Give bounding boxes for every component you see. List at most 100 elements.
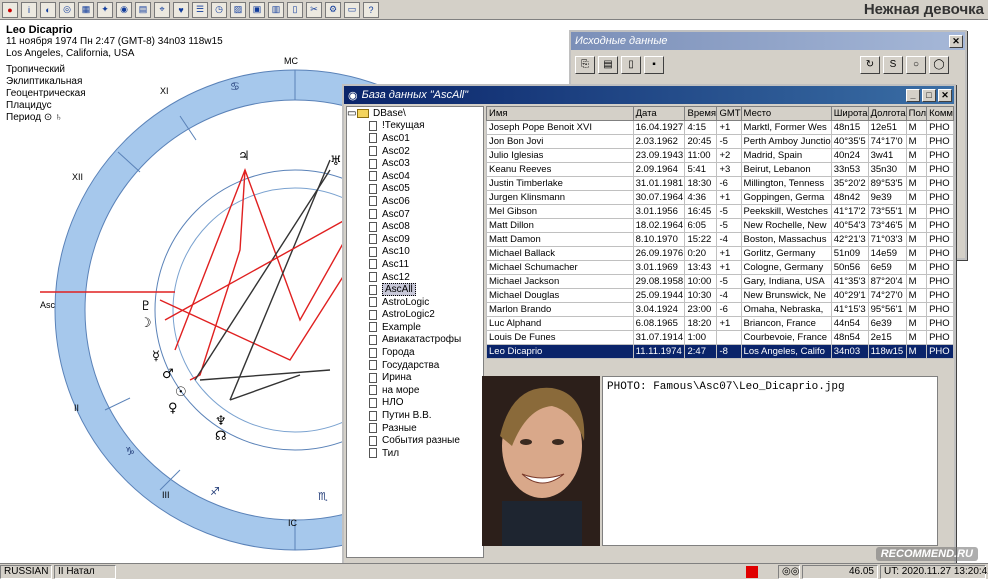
minimize-button[interactable]: _ — [906, 88, 920, 102]
tree-item[interactable]: AstroLogic — [347, 296, 483, 309]
table-icon[interactable]: ▤ — [135, 1, 151, 18]
tree-item[interactable]: AscAll — [347, 283, 483, 297]
tree-item[interactable]: Asc10 — [347, 246, 483, 259]
tree-item[interactable]: AstroLogic2 — [347, 309, 483, 322]
table-row[interactable]: Julio Iglesias 23.09.1943 11:00 +2 Madrid, S… — [486, 148, 954, 163]
table-row[interactable]: Marlon Brando 3.04.1924 23:00 -6 Omaha, Nebr… — [486, 302, 954, 317]
venus-icon[interactable]: ♀ — [168, 401, 178, 416]
heart-icon[interactable]: ♥ — [173, 1, 189, 18]
tree-item[interactable]: Тил — [347, 447, 483, 460]
table-row[interactable]: Matt Dillon 18.02.1964 6:05 -5 New Rochelle,… — [486, 218, 954, 233]
copy-button[interactable]: ⎘ — [575, 56, 595, 74]
tree-item[interactable]: Example — [347, 321, 483, 334]
tree-item[interactable]: !Текущая — [347, 120, 483, 133]
tree-item[interactable]: Авиакатастрофы — [347, 334, 483, 347]
uranus-icon[interactable]: ♅ — [330, 154, 342, 169]
tree-item[interactable]: Asc04 — [347, 170, 483, 183]
column-header[interactable]: Комм — [926, 106, 954, 121]
chart-icon[interactable]: ◎ — [59, 1, 75, 18]
grid-icon[interactable]: ▦ — [78, 1, 94, 18]
book-icon[interactable]: ▥ — [268, 1, 284, 18]
moon-icon[interactable]: ☽ — [140, 316, 152, 331]
table-row[interactable]: Michael Douglas 25.09.1944 10:30 -4 New Brun… — [486, 288, 954, 303]
table-row[interactable]: Matt Damon 8.10.1970 15:22 -4 Boston, Massac… — [486, 232, 954, 247]
info-icon[interactable]: i — [21, 1, 37, 18]
column-header[interactable]: Имя — [486, 106, 634, 121]
tree-item[interactable]: Asc12 — [347, 271, 483, 284]
calendar-icon[interactable]: ▣ — [249, 1, 265, 18]
database-table[interactable]: Имя Дата Время GMT Место Широта Долгота Пол Комм… — [486, 106, 954, 359]
column-header[interactable]: Долгота — [867, 106, 907, 121]
tree-item[interactable]: События разные — [347, 434, 483, 447]
settings-icon[interactable]: ⚙ — [325, 1, 341, 18]
folder-icon[interactable]: ▭ — [344, 1, 360, 18]
document-icon[interactable]: ▯ — [287, 1, 303, 18]
tree-item[interactable]: Asc11 — [347, 258, 483, 271]
neptune-icon[interactable]: ♆ — [215, 414, 227, 429]
ring-button[interactable]: ◯ — [929, 56, 949, 74]
tree-item[interactable]: Asc09 — [347, 233, 483, 246]
tree-item[interactable]: Путин В.В. — [347, 409, 483, 422]
table-row[interactable]: Michael Jackson 29.08.1958 10:00 -5 Gary, In… — [486, 274, 954, 289]
tree-item[interactable]: Asc08 — [347, 220, 483, 233]
tree-item[interactable]: на море — [347, 384, 483, 397]
image-icon[interactable]: ▨ — [230, 1, 246, 18]
database-tree[interactable]: ▭ DBase\ !Текущая Asc01 Asc02 Asc03 Asc04 Asc0… — [346, 106, 484, 558]
photo-path-field[interactable]: PHOTO: Famous\Asc07\Leo_Dicaprio.jpg — [602, 376, 938, 546]
tree-item[interactable]: Ирина — [347, 371, 483, 384]
clock-icon[interactable]: ◷ — [211, 1, 227, 18]
jupiter-icon[interactable]: ♃ — [238, 149, 250, 164]
table-row[interactable]: Michael Ballack 26.09.1976 0:20 +1 Gorlitz, … — [486, 246, 954, 261]
mars-icon[interactable]: ♂ — [162, 367, 174, 382]
table-row[interactable]: Leo Dicaprio 11.11.1974 2:47 -8 Los Angeles,… — [486, 344, 954, 359]
column-header[interactable]: Широта — [830, 106, 869, 121]
table-row[interactable]: Jon Bon Jovi 2.03.1962 20:45 -5 Perth Amboy … — [486, 134, 954, 149]
close-button[interactable]: ✕ — [938, 88, 952, 102]
column-header[interactable]: Пол — [905, 106, 928, 121]
tree-item[interactable]: Asc05 — [347, 183, 483, 196]
pluto-icon[interactable]: ♇ — [140, 299, 152, 314]
tree-item[interactable]: Asc06 — [347, 195, 483, 208]
star-icon[interactable]: ✦ — [97, 1, 113, 18]
column-header[interactable]: Время — [684, 106, 718, 121]
source-window-titlebar[interactable]: Исходные данные ✕ — [571, 32, 965, 50]
mercury-icon[interactable]: ☿ — [152, 349, 160, 364]
circle-button[interactable]: ○ — [906, 56, 926, 74]
tree-item[interactable]: Asc07 — [347, 208, 483, 221]
source-close-button[interactable]: ✕ — [949, 34, 963, 48]
tree-item[interactable]: Государства — [347, 359, 483, 372]
table-row[interactable]: Luc Alphand 6.08.1965 18:20 +1 Briancon, Fra… — [486, 316, 954, 331]
table-row[interactable]: Joseph Pope Benoit XVI 16.04.1927 4:15 +1 Ma… — [486, 120, 954, 135]
globe-icon[interactable]: ◉ — [116, 1, 132, 18]
tree-item[interactable]: НЛО — [347, 397, 483, 410]
paint-icon[interactable]: ◐ — [40, 1, 56, 18]
paste-button[interactable]: ▤ — [598, 56, 618, 74]
table-row[interactable]: Justin Timberlake 31.01.1981 18:30 -6 Millin… — [486, 176, 954, 191]
list-icon[interactable]: ☰ — [192, 1, 208, 18]
tools-icon[interactable]: ✂ — [306, 1, 322, 18]
table-row[interactable]: Louis De Funes 31.07.1914 1:00 Courbevoie, … — [486, 330, 954, 345]
table-row[interactable]: Keanu Reeves 2.09.1964 5:41 +3 Beirut, Leban… — [486, 162, 954, 177]
column-header[interactable]: Место — [740, 106, 832, 121]
save-button[interactable]: ▪ — [644, 56, 664, 74]
node-icon[interactable]: ⌖ — [154, 1, 170, 18]
table-row[interactable]: Michael Schumacher 3.01.1969 13:43 +1 Cologn… — [486, 260, 954, 275]
column-header[interactable]: Дата — [632, 106, 686, 121]
table-row[interactable]: Jurgen Klinsmann 30.07.1964 4:36 +1 Goppinge… — [486, 190, 954, 205]
rotate-button[interactable]: ↻ — [860, 56, 880, 74]
record-icon[interactable]: ● — [2, 1, 18, 18]
tree-item[interactable]: Asc02 — [347, 145, 483, 158]
node-glyph-icon[interactable]: ☊ — [215, 429, 227, 444]
table-row[interactable]: Mel Gibson 3.01.1956 16:45 -5 Peekskill, Wes… — [486, 204, 954, 219]
tree-item[interactable]: Asc01 — [347, 132, 483, 145]
database-window[interactable]: ◉ База данных "AscAll" _ □ ✕ ▭ DBase\ !Те… — [342, 84, 956, 568]
new-button[interactable]: ▯ — [621, 56, 641, 74]
tree-item[interactable]: Разные — [347, 422, 483, 435]
database-window-titlebar[interactable]: ◉ База данных "AscAll" _ □ ✕ — [344, 86, 954, 104]
s-button[interactable]: S — [883, 56, 903, 74]
maximize-button[interactable]: □ — [922, 88, 936, 102]
tree-item[interactable]: Asc03 — [347, 157, 483, 170]
help-icon[interactable]: ? — [363, 1, 379, 18]
tree-item[interactable]: Города — [347, 346, 483, 359]
sun-icon[interactable]: ☉ — [175, 385, 187, 400]
